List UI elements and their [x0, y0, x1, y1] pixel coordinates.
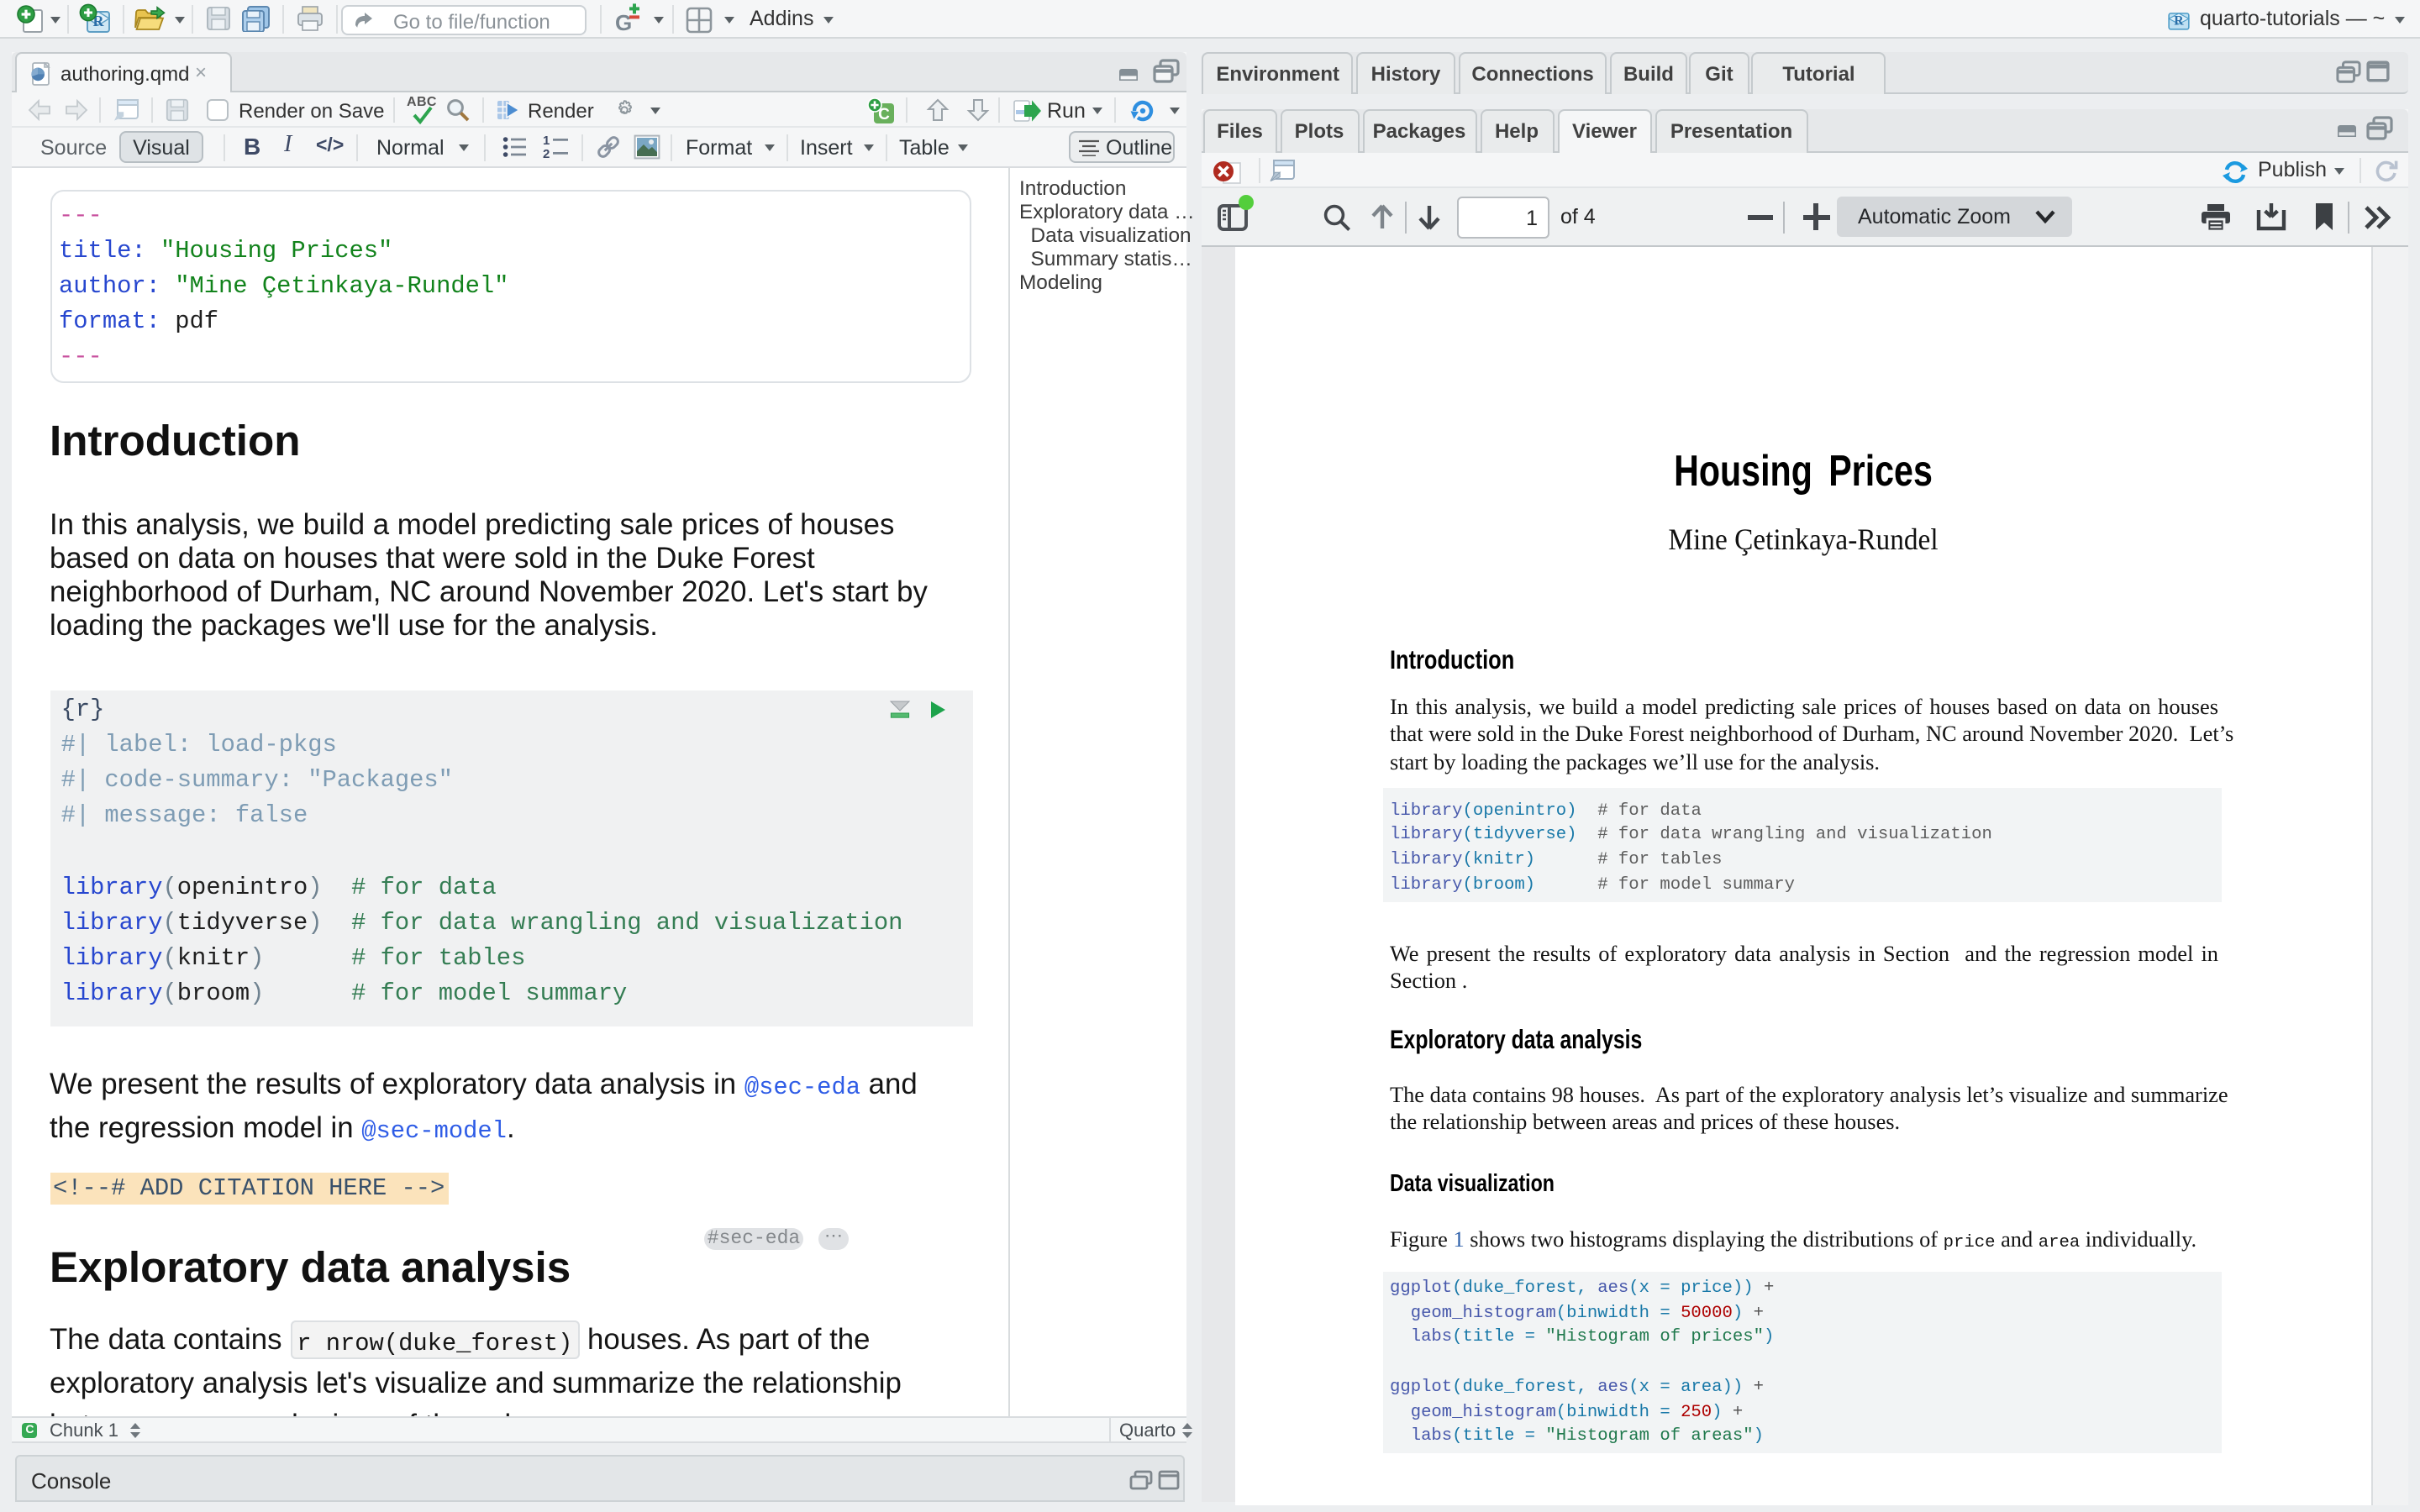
- svg-text:R: R: [2174, 13, 2184, 28]
- svg-text:1: 1: [543, 134, 550, 148]
- svg-text:G: G: [615, 10, 632, 35]
- svg-text:2: 2: [543, 147, 550, 160]
